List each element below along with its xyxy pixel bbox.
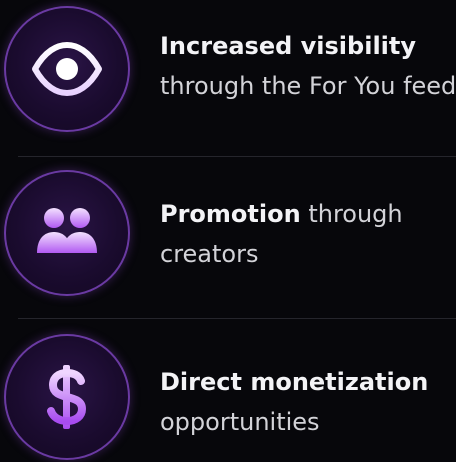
feature-item-monetization: Direct monetization opportunities [0,322,456,462]
users-icon [29,195,105,271]
feature-description: creators [160,240,259,268]
feature-item-promotion: Promotion through creators [0,160,456,310]
feature-description: opportunities [160,408,320,436]
feature-title-bold: Direct monetization [160,368,429,396]
feature-title-bold: Increased visibility [160,32,417,60]
divider [18,318,456,319]
feature-icon-badge [4,334,130,460]
feature-text: Promotion through creators [160,194,456,274]
feature-text: Increased visibility through the For You… [160,26,456,106]
feature-icon-badge [4,6,130,132]
eye-icon [29,31,105,107]
dollar-icon [29,359,105,435]
feature-list: Increased visibility through the For You… [0,0,456,462]
feature-title-bold: Promotion [160,200,301,228]
feature-icon-badge [4,170,130,296]
feature-item-visibility: Increased visibility through the For You… [0,0,456,150]
divider [18,156,456,157]
feature-description: through the For You feed [160,72,456,100]
feature-text: Direct monetization opportunities [160,362,456,442]
feature-title-rest: through [300,200,403,228]
